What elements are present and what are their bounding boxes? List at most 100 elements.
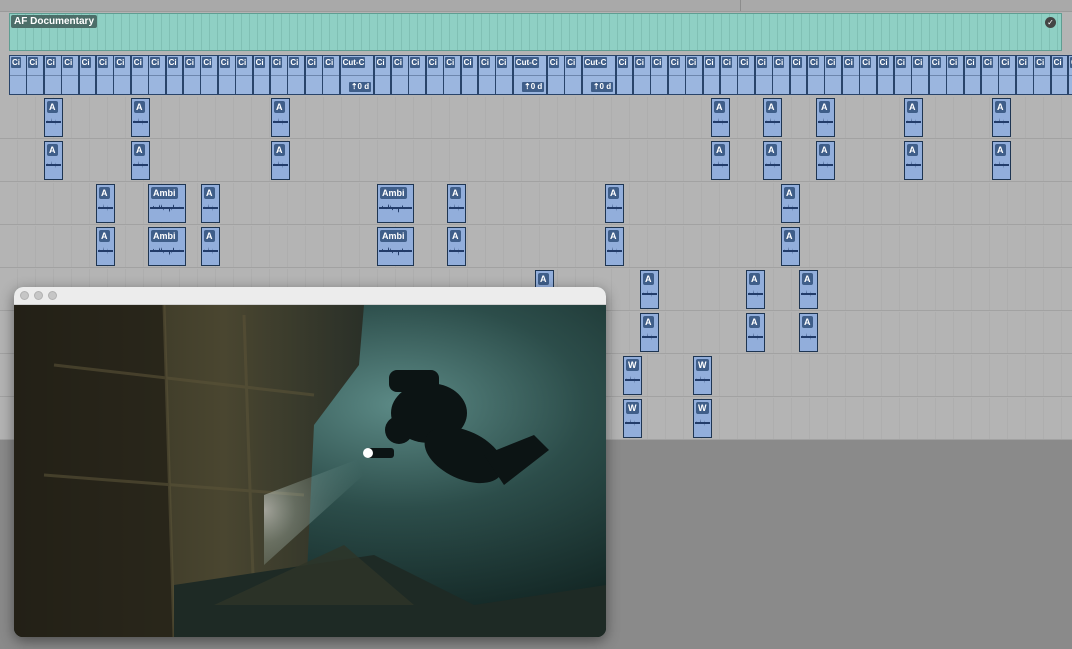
audio-clip[interactable]: A	[96, 184, 115, 223]
audio-clip[interactable]: A	[992, 98, 1011, 137]
audio-clip[interactable]: A	[605, 227, 624, 266]
zoom-window-button[interactable]	[48, 291, 57, 300]
video-clip[interactable]: Ci	[650, 55, 669, 95]
audio-clip[interactable]: A	[131, 98, 150, 137]
audio-clip[interactable]: W	[623, 356, 642, 395]
viewer-window[interactable]	[14, 287, 606, 637]
video-clip[interactable]: Ci	[148, 55, 167, 95]
video-clip[interactable]: Ci	[61, 55, 80, 95]
video-clip[interactable]: Ci	[615, 55, 634, 95]
video-clip[interactable]: Ci	[1050, 55, 1069, 95]
audio-clip[interactable]: A	[781, 184, 800, 223]
video-clip-cut[interactable]: Cut-C⇡0 d	[512, 55, 548, 95]
video-clip[interactable]: Ci	[183, 55, 201, 95]
video-clip[interactable]: Ci	[859, 55, 878, 95]
video-clip[interactable]: Ci	[391, 55, 409, 95]
audio-clip[interactable]: A	[904, 98, 923, 137]
audio-clip[interactable]: A	[711, 98, 730, 137]
audio-clip[interactable]: A	[816, 98, 835, 137]
audio-clip[interactable]: A	[640, 313, 659, 352]
audio-clip[interactable]: A	[799, 270, 818, 309]
audio-clip[interactable]: A	[44, 141, 63, 180]
video-clip[interactable]: Ci	[546, 55, 565, 95]
audio-clip[interactable]: W	[623, 399, 642, 438]
audio-clip[interactable]: A	[271, 141, 290, 180]
video-clip-cut[interactable]: Cut-C⇡0 d	[1068, 55, 1072, 95]
video-clip[interactable]: Ci	[217, 55, 236, 95]
ambience-audio-clip[interactable]: Ambi	[377, 227, 414, 266]
video-clip[interactable]: Ci	[720, 55, 738, 95]
video-clip[interactable]: Ci	[9, 55, 27, 95]
video-clip[interactable]: Ci	[478, 55, 496, 95]
video-clip[interactable]: Ci	[43, 55, 62, 95]
audio-clip[interactable]: A	[447, 227, 466, 266]
audio-clip[interactable]: W	[693, 356, 712, 395]
video-clip[interactable]: Ci	[564, 55, 583, 95]
video-clip[interactable]: Ci	[963, 55, 982, 95]
video-clip[interactable]: Ci	[270, 55, 288, 95]
audio-clip[interactable]: A	[96, 227, 115, 266]
timeline-ruler[interactable]	[0, 0, 1072, 12]
video-clip[interactable]: Ci	[96, 55, 114, 95]
video-clip[interactable]: Ci	[737, 55, 756, 95]
audio-clip[interactable]: A	[447, 184, 466, 223]
video-clip[interactable]: Ci	[807, 55, 825, 95]
close-window-button[interactable]	[20, 291, 29, 300]
video-clip[interactable]: Ci	[252, 55, 271, 95]
audio-clip[interactable]: A	[992, 141, 1011, 180]
video-clip[interactable]: Ci	[235, 55, 254, 95]
viewer-titlebar[interactable]	[14, 287, 606, 305]
video-clip[interactable]: Ci	[113, 55, 132, 95]
video-clip[interactable]: Ci	[633, 55, 651, 95]
video-clip[interactable]: Ci	[946, 55, 965, 95]
video-clip[interactable]: Ci	[373, 55, 392, 95]
ambience-audio-clip[interactable]: Ambi	[148, 184, 186, 223]
video-clip[interactable]: Ci	[1033, 55, 1052, 95]
ambience-audio-clip[interactable]: Ambi	[377, 184, 414, 223]
video-clip[interactable]: Ci	[685, 55, 704, 95]
video-clip[interactable]: Ci	[824, 55, 843, 95]
video-clip[interactable]: Ci	[772, 55, 791, 95]
video-clip[interactable]: Ci	[928, 55, 947, 95]
audio-clip[interactable]: A	[816, 141, 835, 180]
video-clip-cut[interactable]: Cut-C⇡0 d	[339, 55, 375, 95]
audio-clip[interactable]: A	[640, 270, 659, 309]
minimize-window-button[interactable]	[34, 291, 43, 300]
audio-clip[interactable]: A	[904, 141, 923, 180]
audio-clip[interactable]: A	[746, 270, 765, 309]
video-clip[interactable]: Ci	[911, 55, 930, 95]
audio-clip[interactable]: A	[201, 227, 220, 266]
video-clip[interactable]: Ci	[26, 55, 45, 95]
audio-clip[interactable]: W	[693, 399, 712, 438]
video-clip[interactable]: Ci	[165, 55, 184, 95]
video-clip[interactable]: Ci	[876, 55, 895, 95]
video-clip[interactable]: Ci	[460, 55, 479, 95]
video-clip[interactable]: Ci	[408, 55, 427, 95]
video-clip[interactable]: Ci	[130, 55, 149, 95]
video-clip[interactable]: Ci	[894, 55, 912, 95]
video-clip[interactable]: Ci	[1015, 55, 1034, 95]
video-clip[interactable]: Ci	[287, 55, 306, 95]
audio-clip[interactable]: A	[711, 141, 730, 180]
audio-clip[interactable]: A	[271, 98, 290, 137]
video-clip[interactable]: Ci	[841, 55, 860, 95]
audio-clip[interactable]: A	[781, 227, 800, 266]
video-clip[interactable]: Ci	[789, 55, 808, 95]
audio-clip[interactable]: A	[44, 98, 63, 137]
video-clip[interactable]: Ci	[495, 55, 514, 95]
video-clip-cut[interactable]: Cut-C⇡0 d	[581, 55, 617, 95]
video-clip[interactable]: Ci	[200, 55, 219, 95]
video-clip[interactable]: Ci	[78, 55, 97, 95]
video-clip[interactable]: Ci	[425, 55, 444, 95]
video-clip[interactable]: Ci	[304, 55, 323, 95]
video-clip[interactable]: Ci	[981, 55, 999, 95]
ambience-audio-clip[interactable]: Ambi	[148, 227, 186, 266]
video-clip[interactable]: Ci	[998, 55, 1017, 95]
audio-clip[interactable]: A	[201, 184, 220, 223]
audio-clip[interactable]: A	[131, 141, 150, 180]
audio-clip[interactable]: A	[763, 141, 782, 180]
project-storyline-clip[interactable]: AF Documentary ✓	[9, 13, 1062, 51]
video-clip[interactable]: Ci	[667, 55, 686, 95]
video-clip[interactable]: Ci	[443, 55, 462, 95]
video-clip[interactable]: Ci	[702, 55, 721, 95]
